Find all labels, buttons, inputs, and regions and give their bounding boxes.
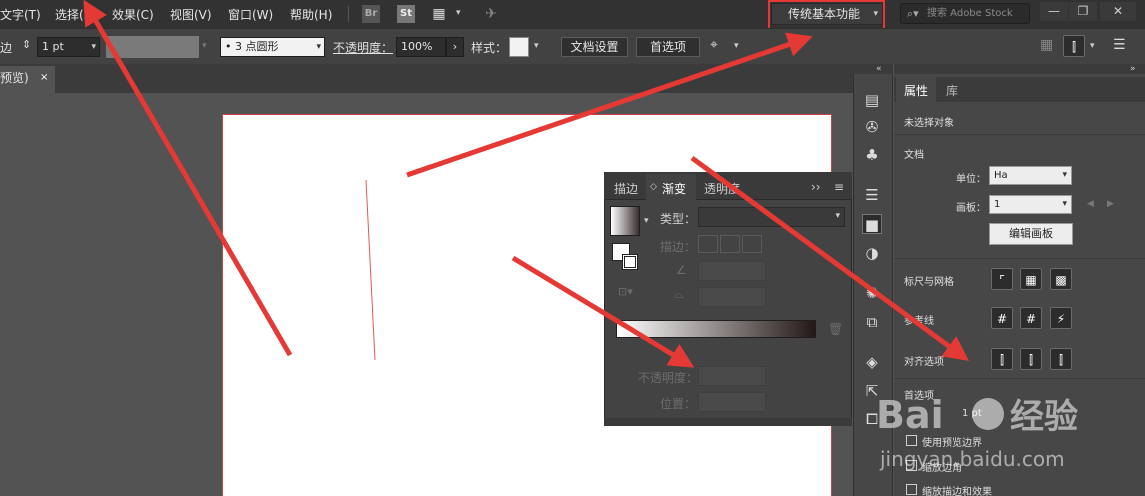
- previous-artboard-icon[interactable]: ◀: [1087, 199, 1094, 209]
- tab-libraries[interactable]: 库: [946, 82, 958, 99]
- use-preview-bounds-label: 使用预览边界: [922, 438, 982, 449]
- panel-resize-handle[interactable]: [604, 418, 852, 426]
- align-options-label: 对齐选项: [904, 357, 944, 368]
- brushes-icon[interactable]: ✇: [862, 117, 882, 137]
- chevron-down-icon: ▾: [1062, 199, 1067, 209]
- collapse-dock-icon[interactable]: «: [876, 64, 882, 74]
- tab-transparency[interactable]: 透明度: [704, 180, 740, 197]
- layers-icon[interactable]: ◈: [862, 352, 882, 372]
- collapse-panel-icon[interactable]: ››: [811, 180, 821, 194]
- checkbox[interactable]: [906, 435, 917, 446]
- unit-select[interactable]: Ha ▾: [989, 166, 1072, 185]
- stock-search-placeholder: 搜索 Adobe Stock: [927, 8, 1013, 19]
- type-label: 类型：: [660, 212, 697, 226]
- angle-icon: ∠: [676, 263, 687, 277]
- location-label: 位置：: [660, 397, 697, 411]
- stroke-option-1-icon: [698, 235, 718, 253]
- transparency-icon[interactable]: ◑: [862, 243, 882, 263]
- artboards-icon[interactable]: ⧠: [862, 409, 882, 429]
- preferences-section-title: 首选项: [904, 391, 934, 402]
- keyboard-increment-value: 1 pt: [962, 408, 982, 419]
- unit-value: Ha: [994, 170, 1008, 181]
- gradient-annotator-icon: ⊡▾: [618, 285, 633, 298]
- stop-location-field: [698, 392, 766, 412]
- scale-corners-label: 缩放边角: [922, 463, 962, 474]
- appearance-icon[interactable]: ✺: [862, 283, 882, 303]
- export-icon[interactable]: ⇱: [862, 381, 882, 401]
- edit-artboards-button[interactable]: 编辑画板: [989, 223, 1073, 245]
- smart-guides-icon[interactable]: ⚡: [1050, 307, 1072, 329]
- tab-properties[interactable]: 属性: [904, 82, 928, 99]
- next-artboard-icon[interactable]: ▶: [1107, 199, 1114, 209]
- panel-menu-icon[interactable]: ≡: [834, 180, 844, 194]
- tab-gradient[interactable]: 渐变: [662, 180, 686, 197]
- panel-menu-icon[interactable]: ☰: [1113, 37, 1126, 53]
- restore-button[interactable]: ❐: [1069, 2, 1097, 21]
- swatches-icon[interactable]: ▤: [862, 90, 882, 110]
- checkbox[interactable]: [906, 460, 917, 471]
- divider: [894, 258, 1145, 259]
- dock-collapse-bar: [853, 64, 893, 74]
- scale-strokes-effects-label: 缩放描边和效果: [922, 487, 992, 496]
- transparency-grid-icon[interactable]: ▩: [1050, 268, 1072, 290]
- align-to-selection-icon[interactable]: ⫿: [1020, 348, 1042, 370]
- align-to-artboard-icon[interactable]: ⫿: [991, 348, 1013, 370]
- graphic-styles-icon[interactable]: ⧉: [862, 312, 882, 332]
- rulers-grids-label: 标尺与网格: [904, 277, 954, 288]
- artboard-label: 画板：: [956, 203, 986, 214]
- aspect-ratio-icon: ⌓: [674, 287, 684, 301]
- stroke-panel-icon[interactable]: ☰: [862, 185, 882, 205]
- symbols-icon[interactable]: ♣: [862, 145, 882, 165]
- grid-icon[interactable]: ▦: [1020, 268, 1042, 290]
- chevron-down-icon[interactable]: ▾: [644, 216, 649, 226]
- opacity-label: 不透明度：: [638, 371, 699, 385]
- divider: [894, 134, 1145, 135]
- collapse-props-icon[interactable]: »: [1130, 64, 1136, 74]
- props-collapse-bar: [894, 64, 1145, 74]
- chevron-down-icon: ▾: [1062, 170, 1067, 180]
- tab-toggle-icon[interactable]: ◇: [650, 182, 657, 192]
- gradient-panel-icon[interactable]: ■: [862, 214, 882, 234]
- aspect-ratio-field: [698, 287, 766, 307]
- align-to-key-object-icon[interactable]: ⫿: [1050, 348, 1072, 370]
- stock-search-input[interactable]: ⌕▾ 搜索 Adobe Stock: [900, 3, 1030, 24]
- document-section-title: 文档: [904, 150, 924, 161]
- chevron-down-icon: ▾: [835, 211, 840, 221]
- guides-label: 参考线: [904, 316, 934, 327]
- stroke-swatch[interactable]: [622, 254, 638, 270]
- stop-opacity-field: [698, 366, 766, 386]
- guides-icon[interactable]: #: [991, 307, 1013, 329]
- minimize-button[interactable]: —: [1040, 2, 1068, 21]
- unit-label: 单位：: [956, 174, 986, 185]
- artwork-line: [365, 179, 376, 361]
- close-window-button[interactable]: ✕: [1100, 2, 1136, 21]
- stroke-option-2-icon: [720, 235, 740, 253]
- lock-guides-icon[interactable]: #: [1020, 307, 1042, 329]
- artboard-select[interactable]: 1 ▾: [989, 195, 1072, 214]
- delete-stop-icon: 🗑: [828, 322, 844, 336]
- tab-stroke[interactable]: 描边: [614, 180, 638, 197]
- angle-field: [698, 261, 766, 281]
- align-to-artboard-icon[interactable]: ⫿: [1063, 35, 1085, 57]
- gradient-slider[interactable]: [616, 320, 816, 338]
- stroke-option-3-icon: [742, 235, 762, 253]
- search-icon: ⌕▾: [907, 7, 919, 20]
- rulers-icon[interactable]: ⌜: [991, 268, 1013, 290]
- chevron-down-icon[interactable]: ▾: [1090, 41, 1095, 51]
- divider: [894, 378, 1145, 379]
- artboard-value: 1: [994, 199, 1001, 210]
- gradient-type-select[interactable]: ▾: [698, 207, 845, 227]
- align-grid-icon[interactable]: ▦: [1040, 37, 1053, 53]
- stroke-label: 描边：: [660, 240, 697, 254]
- gradient-swatch[interactable]: [610, 206, 640, 236]
- no-selection-label: 未选择对象: [904, 118, 954, 129]
- checkbox[interactable]: [906, 484, 917, 495]
